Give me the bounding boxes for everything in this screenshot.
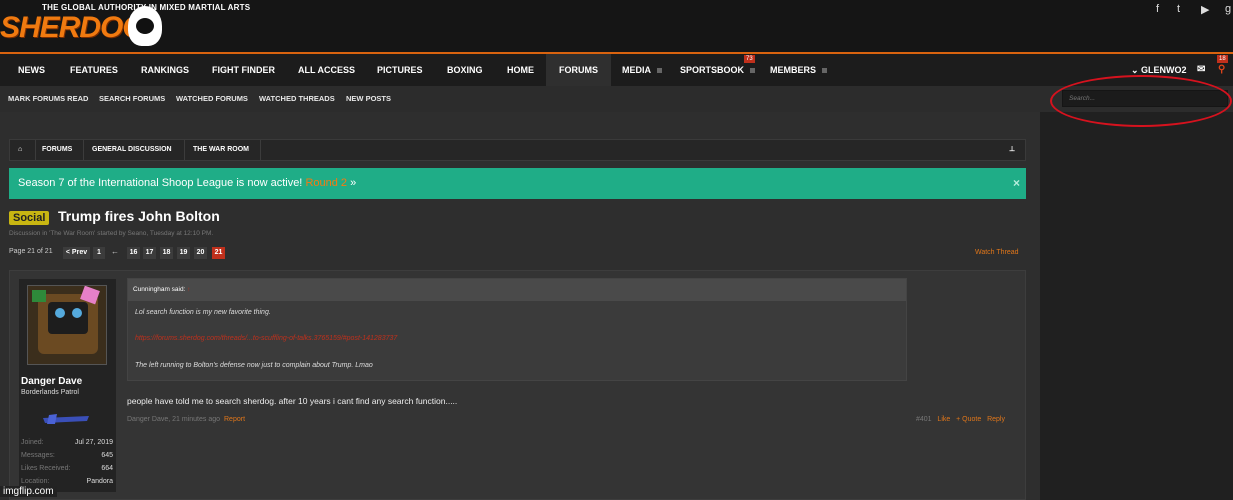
nav-media[interactable]: MEDIA — [622, 54, 662, 86]
nav-news[interactable]: NEWS — [18, 54, 45, 86]
stat-value: Jul 27, 2019 — [74, 439, 113, 446]
username: GLENWO2 — [1141, 65, 1187, 75]
nav-boxing[interactable]: BOXING — [447, 54, 483, 86]
stat-label: Joined: — [21, 439, 44, 446]
up-arrow-icon[interactable]: ↑ — [187, 286, 190, 293]
nav-members[interactable]: MEMBERS — [770, 54, 828, 86]
prev-page-button[interactable]: < Prev — [63, 247, 90, 259]
page-label: Page 21 of 21 — [9, 248, 53, 255]
home-icon[interactable]: ⌂ — [18, 140, 22, 160]
breadcrumb-divider — [35, 140, 36, 160]
page-20-button[interactable]: 20 — [194, 247, 207, 259]
close-icon[interactable]: × — [1013, 168, 1020, 199]
sub-nav: MARK FORUMS READ SEARCH FORUMS WATCHED F… — [0, 86, 1233, 112]
breadcrumb: ⌂ FORUMS GENERAL DISCUSSION THE WAR ROOM… — [9, 139, 1026, 161]
quote-author-label: Cunningham said: — [133, 286, 186, 293]
nav-all-access[interactable]: ALL ACCESS — [298, 54, 355, 86]
reply-link[interactable]: Reply — [987, 416, 1005, 423]
breadcrumb-divider — [83, 140, 84, 160]
nav-members-label: MEMBERS — [770, 65, 817, 75]
dropdown-icon — [657, 68, 662, 74]
stat-value: 645 — [101, 452, 113, 459]
stat-label: Location: — [21, 478, 50, 485]
twitter-icon[interactable]: t — [1177, 3, 1180, 15]
user-title: Borderlands Patrol — [21, 389, 79, 396]
dog-logo-icon — [128, 6, 162, 46]
notice-arrow: » — [347, 177, 357, 189]
nav-forums[interactable]: FORUMS — [546, 54, 611, 86]
breadcrumb-war-room[interactable]: THE WAR ROOM — [193, 140, 249, 160]
avatar-shape — [32, 290, 46, 302]
nav-media-label: MEDIA — [622, 65, 651, 75]
youtube-icon[interactable]: ▶ — [1201, 3, 1209, 16]
mark-forums-read-link[interactable]: MARK FORUMS READ — [8, 86, 88, 112]
thread-prefix[interactable]: Social — [9, 211, 50, 225]
like-link[interactable]: Like — [937, 416, 950, 423]
thread-title: Trump fires John Bolton — [58, 208, 220, 224]
page-1-button[interactable]: 1 — [93, 247, 105, 259]
page-21-current[interactable]: 21 — [212, 247, 225, 259]
nav-sportsbook-label: SPORTSBOOK — [680, 65, 745, 75]
avatar[interactable] — [27, 285, 107, 365]
notice-link[interactable]: Round 2 — [305, 177, 347, 189]
quote-link-button[interactable]: + Quote — [956, 416, 981, 423]
thread-meta: Discussion in 'The War Room' started by … — [9, 230, 214, 237]
post-message: people have told me to search sherdog. a… — [127, 396, 458, 406]
nav-pictures[interactable]: PICTURES — [377, 54, 423, 86]
page-16-button[interactable]: 16 — [127, 247, 140, 259]
stat-label: Messages: — [21, 452, 55, 459]
report-link[interactable]: Report — [224, 416, 245, 423]
nav-features[interactable]: FEATURES — [70, 54, 118, 86]
nav-rankings[interactable]: RANKINGS — [141, 54, 189, 86]
breadcrumb-general-discussion[interactable]: GENERAL DISCUSSION — [92, 140, 172, 160]
google-plus-icon[interactable]: g — [1225, 3, 1231, 15]
post-number[interactable]: #401 — [916, 416, 932, 423]
dropdown-icon — [750, 68, 756, 74]
avatar-shape — [48, 302, 88, 334]
notice-text: Season 7 of the International Shoop Leag… — [18, 177, 306, 189]
quote-text: Lol search function is my new favorite t… — [135, 309, 271, 316]
username-link[interactable]: Danger Dave — [21, 376, 82, 387]
sherdog-logo[interactable]: SHERDOG — [0, 11, 146, 45]
post-actions: #401 Like + Quote Reply — [916, 416, 1005, 423]
sitemap-icon[interactable]: ⊥ — [1009, 140, 1015, 160]
annotation-circle — [1050, 75, 1232, 127]
notice-banner: Season 7 of the International Shoop Leag… — [9, 168, 1026, 199]
breadcrumb-divider — [184, 140, 185, 160]
quote-text: The left running to Bolton's defense now… — [135, 362, 373, 369]
sportsbook-badge: 73 — [744, 55, 755, 63]
post-author-time[interactable]: Danger Dave, 21 minutes ago — [127, 416, 220, 423]
avatar-shape — [55, 308, 65, 318]
breadcrumb-divider — [260, 140, 261, 160]
watched-threads-link[interactable]: WATCHED THREADS — [259, 86, 335, 112]
post-meta: Danger Dave, 21 minutes ago Report — [127, 416, 245, 423]
user-info: Danger Dave Borderlands Patrol Joined: J… — [19, 279, 116, 492]
avatar-shape — [72, 308, 82, 318]
quote-link[interactable]: https://forums.sherdog.com/threads/...to… — [135, 335, 397, 342]
breadcrumb-forums[interactable]: FORUMS — [42, 140, 72, 160]
top-header: THE GLOBAL AUTHORITY IN MIXED MARTIAL AR… — [0, 0, 1233, 52]
nav-fight-finder[interactable]: FIGHT FINDER — [212, 54, 275, 86]
page-19-button[interactable]: 19 — [177, 247, 190, 259]
user-badge-icon — [43, 414, 89, 424]
page-17-button[interactable]: 17 — [143, 247, 156, 259]
nav-home[interactable]: HOME — [507, 54, 534, 86]
quote-author[interactable]: Cunningham said: ↑ — [128, 279, 906, 301]
page-18-button[interactable]: 18 — [160, 247, 173, 259]
stat-value: Pandora — [86, 478, 113, 485]
stat-value: 664 — [101, 465, 113, 472]
facebook-icon[interactable]: f — [1156, 3, 1159, 15]
main-nav: NEWS FEATURES RANKINGS FIGHT FINDER ALL … — [0, 54, 1233, 86]
watched-forums-link[interactable]: WATCHED FORUMS — [176, 86, 248, 112]
alerts-badge: 18 — [1217, 55, 1228, 63]
watermark: imgflip.com — [0, 486, 57, 497]
skipped-pages-arrow[interactable]: ← — [111, 247, 119, 256]
chevron-down-icon: ⌄ — [1131, 65, 1142, 75]
stat-label: Likes Received: — [21, 465, 71, 472]
new-posts-link[interactable]: NEW POSTS — [346, 86, 391, 112]
quote-block: Cunningham said: ↑ Lol search function i… — [127, 278, 907, 381]
watch-thread-link[interactable]: Watch Thread — [975, 249, 1019, 256]
search-forums-link[interactable]: SEARCH FORUMS — [99, 86, 165, 112]
dropdown-icon — [822, 68, 828, 74]
